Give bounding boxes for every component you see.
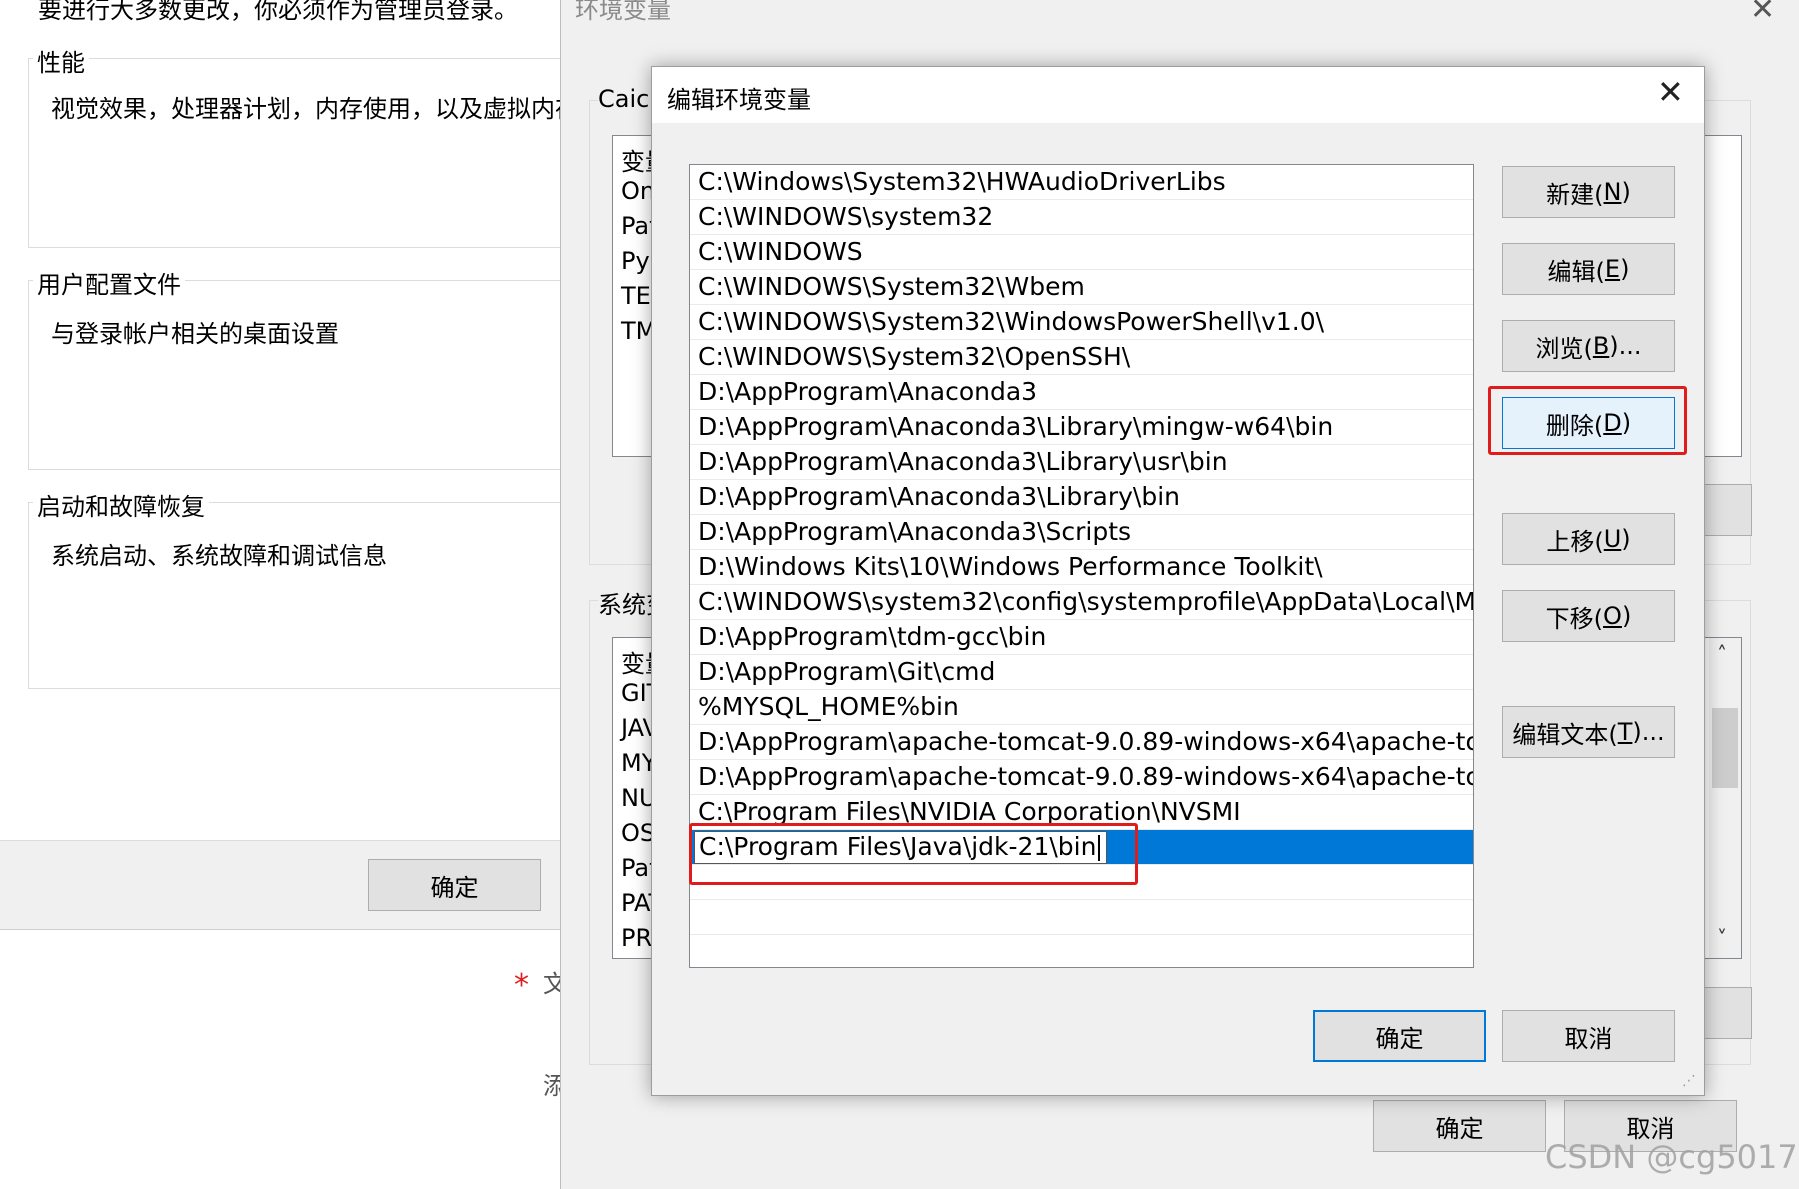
list-item[interactable]: OS — [621, 819, 655, 847]
path-item[interactable]: D:\AppProgram\Anaconda3\Library\mingw-w6… — [690, 410, 1473, 445]
performance-description: 视觉效果，处理器计划，内存使用，以及虚拟内存 — [51, 95, 579, 123]
annotation-box-delete — [1488, 386, 1687, 455]
move-down-button-key: O — [1603, 602, 1622, 630]
user-profile-title: 用户配置文件 — [33, 265, 185, 300]
startup-recovery-title: 启动和故障恢复 — [33, 487, 209, 522]
path-item[interactable]: C:\WINDOWS — [690, 235, 1473, 270]
dialog-ok-button[interactable]: 确定 — [1313, 1010, 1486, 1062]
path-item[interactable]: D:\AppProgram\Anaconda3\Library\bin — [690, 480, 1473, 515]
system-properties-ok-button[interactable]: 确定 — [368, 859, 541, 911]
dialog-title: 编辑环境变量 — [667, 86, 811, 114]
move-down-button[interactable]: 下移(O) — [1502, 590, 1675, 642]
admin-note: 要进行大多数更改，你必须作为管理员登录。 — [38, 0, 518, 24]
edit-text-button-label: 编辑文本( — [1512, 720, 1618, 749]
edit-button-label: 编辑( — [1547, 257, 1605, 286]
close-icon[interactable]: ✕ — [1750, 0, 1775, 27]
environment-ok-button[interactable]: 确定 — [1373, 1100, 1546, 1152]
list-item[interactable]: On — [621, 177, 655, 205]
move-up-button-key: U — [1603, 525, 1622, 553]
close-icon[interactable]: ✕ — [1657, 73, 1684, 111]
path-item[interactable]: D:\AppProgram\tdm-gcc\bin — [690, 620, 1473, 655]
browse-button[interactable]: 浏览(B)... — [1502, 320, 1675, 372]
new-button-key: N — [1603, 178, 1622, 206]
resize-grip-icon[interactable]: ⋰ — [1682, 1073, 1696, 1089]
required-mark: * — [514, 968, 529, 1003]
path-item[interactable]: D:\AppProgram\apache-tomcat-9.0.89-windo… — [690, 760, 1473, 795]
system-variables-scrollbar[interactable]: ˄ ˅ — [1709, 638, 1741, 958]
move-down-button-tail: ) — [1621, 602, 1632, 630]
performance-title: 性能 — [33, 43, 89, 78]
new-button-tail: ) — [1621, 178, 1631, 206]
edit-environment-variable-dialog: 编辑环境变量 ✕ C:\Windows\System32\HWAudioDriv… — [651, 66, 1705, 1096]
performance-group: 性能 视觉效果，处理器计划，内存使用，以及虚拟内存 — [28, 43, 628, 248]
new-button-label: 新建( — [1546, 180, 1604, 209]
user-profile-group: 用户配置文件 与登录帐户相关的桌面设置 — [28, 265, 628, 470]
move-down-button-label: 下移( — [1545, 604, 1604, 633]
path-item[interactable]: D:\AppProgram\Git\cmd — [690, 655, 1473, 690]
annotation-box-new-path — [689, 823, 1138, 885]
watermark: CSDN @cg5017 — [1545, 1138, 1798, 1176]
path-item[interactable]: D:\AppProgram\Anaconda3 — [690, 375, 1473, 410]
user-profile-description: 与登录帐户相关的桌面设置 — [51, 320, 339, 348]
path-item[interactable]: C:\WINDOWS\System32\WindowsPowerShell\v1… — [690, 305, 1473, 340]
move-up-button-tail: ) — [1621, 525, 1631, 553]
path-item[interactable]: C:\WINDOWS\System32\Wbem — [690, 270, 1473, 305]
move-up-button[interactable]: 上移(U) — [1502, 513, 1675, 565]
edit-text-button-key: T — [1617, 718, 1633, 746]
dialog-cancel-button[interactable]: 取消 — [1502, 1010, 1675, 1062]
new-button[interactable]: 新建(N) — [1502, 166, 1675, 218]
move-up-button-label: 上移( — [1546, 527, 1604, 556]
chevron-up-icon[interactable]: ˄ — [1717, 642, 1727, 666]
edit-text-button[interactable]: 编辑文本(T)... — [1502, 706, 1675, 758]
edit-button-key: E — [1604, 255, 1621, 283]
path-item[interactable]: D:\AppProgram\Anaconda3\Library\usr\bin — [690, 445, 1473, 480]
environment-window-title: 环境变量 — [575, 0, 671, 24]
edit-text-button-tail: )... — [1632, 718, 1665, 746]
path-item[interactable]: D:\AppProgram\apache-tomcat-9.0.89-windo… — [690, 725, 1473, 760]
path-item[interactable]: %MYSQL_HOME%bin — [690, 690, 1473, 725]
empty-row[interactable] — [690, 900, 1473, 935]
startup-recovery-group: 启动和故障恢复 系统启动、系统故障和调试信息 — [28, 487, 628, 689]
browse-button-label: 浏览( — [1535, 334, 1593, 363]
path-item[interactable]: C:\Windows\System32\HWAudioDriverLibs — [690, 165, 1473, 200]
path-item[interactable]: C:\WINDOWS\system32\config\systemprofile… — [690, 585, 1473, 620]
startup-recovery-description: 系统启动、系统故障和调试信息 — [51, 542, 387, 570]
path-item[interactable]: C:\WINDOWS\system32 — [690, 200, 1473, 235]
scrollbar-thumb[interactable] — [1712, 708, 1738, 788]
path-item[interactable]: D:\Windows Kits\10\Windows Performance T… — [690, 550, 1473, 585]
path-item[interactable]: C:\WINDOWS\System32\OpenSSH\ — [690, 340, 1473, 375]
empty-row[interactable] — [690, 935, 1473, 967]
path-item[interactable]: D:\AppProgram\Anaconda3\Scripts — [690, 515, 1473, 550]
browse-button-key: B — [1592, 332, 1610, 360]
edit-button[interactable]: 编辑(E) — [1502, 243, 1675, 295]
browse-button-tail: )... — [1609, 332, 1642, 360]
dialog-titlebar: 编辑环境变量 ✕ — [652, 67, 1704, 123]
edit-button-tail: ) — [1620, 255, 1630, 283]
chevron-down-icon[interactable]: ˅ — [1717, 926, 1727, 950]
